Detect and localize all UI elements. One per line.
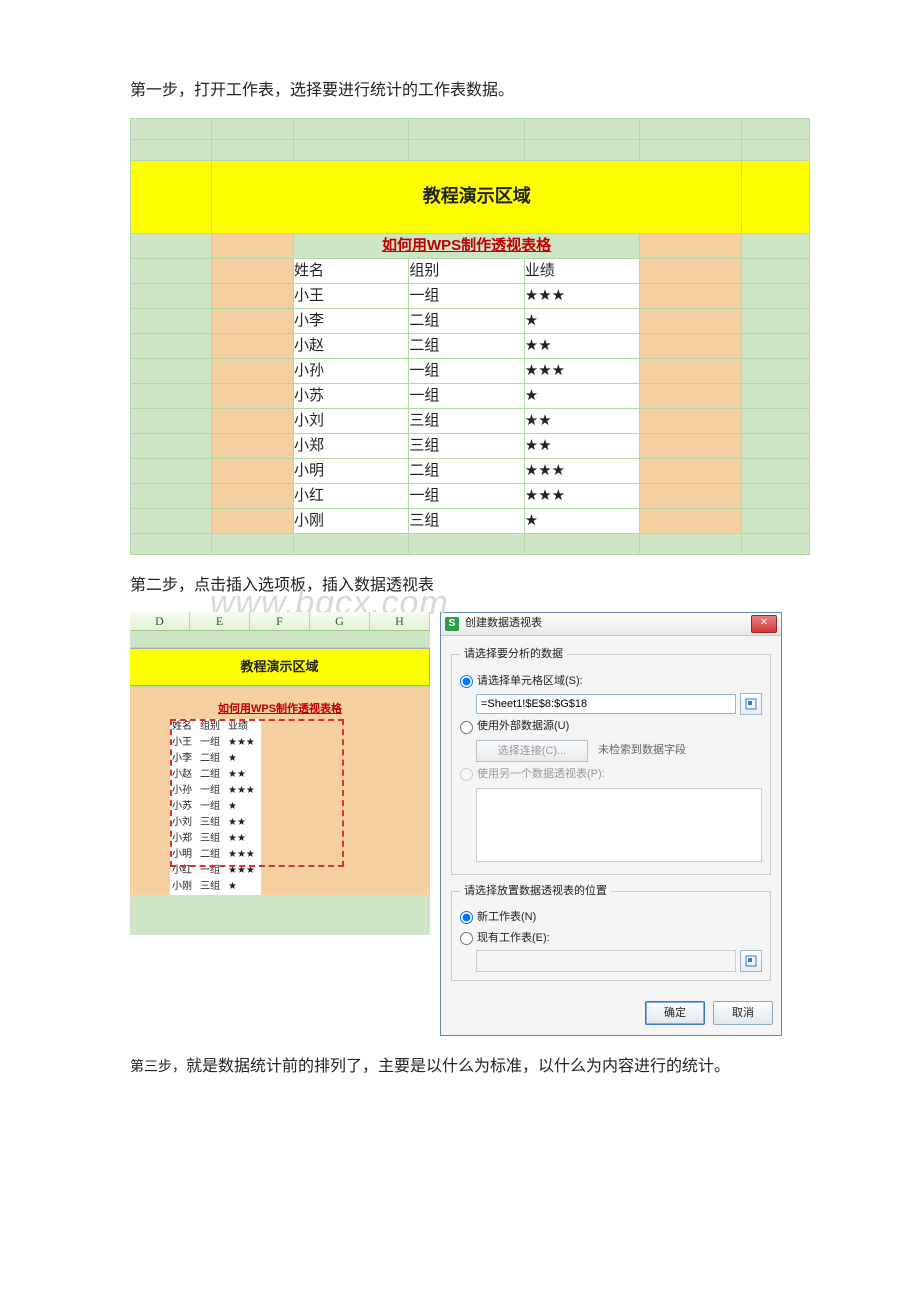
table-cell: ★: [524, 308, 639, 333]
table-cell: ★★★: [524, 458, 639, 483]
table-cell: ★★: [524, 433, 639, 458]
option-label: 新工作表(N): [477, 909, 536, 927]
cancel-button[interactable]: 取消: [713, 1001, 773, 1025]
table-cell: ★★★: [524, 283, 639, 308]
sheet-title: 教程演示区域: [212, 160, 742, 233]
col-header-perf: 业绩: [524, 258, 639, 283]
col-letter[interactable]: D: [130, 612, 190, 630]
radio-cell-range[interactable]: [460, 675, 473, 688]
radio-other-pivot[interactable]: [460, 768, 473, 781]
table-cell: ★★★: [524, 483, 639, 508]
figure-2: www.bgcx.com D E F G H 教程演示区域 如何用WPS制作透视…: [130, 612, 810, 1036]
data-source-group: 请选择要分析的数据 请选择单元格区域(S): 使用外部数据源(U) 选择连接(: [451, 646, 771, 874]
table-cell: 二组: [409, 458, 524, 483]
step3-text: 第三步，就是数据统计前的排列了，主要是以什么为标准，以什么为内容进行的统计。: [130, 1054, 790, 1080]
col-letter[interactable]: E: [190, 612, 250, 630]
mini-data-table: 姓名组别业绩 小王一组★★★ 小李二组★ 小赵二组★★ 小孙一组★★★ 小苏一组…: [170, 719, 261, 895]
sheet-subtitle: 如何用WPS制作透视表格: [293, 233, 639, 258]
table-cell: 小李: [293, 308, 408, 333]
option-existing-sheet[interactable]: 现有工作表(E):: [460, 930, 762, 948]
col-header-name: 姓名: [293, 258, 408, 283]
col-letter[interactable]: H: [370, 612, 430, 630]
option-label: 使用另一个数据透视表(P):: [477, 766, 605, 784]
option-label: 现有工作表(E):: [477, 930, 550, 948]
table-cell: ★★: [524, 333, 639, 358]
table-cell: ★: [524, 508, 639, 533]
no-field-note: 未检索到数据字段: [598, 742, 686, 760]
figure-1-spreadsheet: 教程演示区域 如何用WPS制作透视表格 姓名 组别 业绩 小王一组★★★ 小李二…: [130, 118, 810, 555]
radio-external[interactable]: [460, 721, 473, 734]
close-icon[interactable]: ✕: [751, 615, 777, 633]
radio-new-sheet[interactable]: [460, 911, 473, 924]
table-cell: 二组: [409, 333, 524, 358]
step2-text: 第二步，点击插入选项板，插入数据透视表: [130, 573, 790, 599]
option-other-pivot[interactable]: 使用另一个数据透视表(P):: [460, 766, 762, 784]
app-icon: S: [445, 617, 459, 631]
col-header-group: 组别: [409, 258, 524, 283]
table-cell: 小赵: [293, 333, 408, 358]
option-label: 请选择单元格区域(S):: [477, 673, 583, 691]
range-input[interactable]: [476, 694, 736, 714]
table-cell: 小明: [293, 458, 408, 483]
group-label: 请选择要分析的数据: [460, 646, 567, 664]
option-label: 使用外部数据源(U): [477, 718, 569, 736]
column-headers: D E F G H: [130, 612, 430, 631]
other-pivot-list: [476, 788, 762, 862]
table-cell: 三组: [409, 408, 524, 433]
table-cell: 小刘: [293, 408, 408, 433]
table-cell: 小孙: [293, 358, 408, 383]
table-cell: ★★★: [524, 358, 639, 383]
option-cell-range[interactable]: 请选择单元格区域(S):: [460, 673, 762, 691]
mini-subtitle: 如何用WPS制作透视表格: [130, 701, 430, 719]
table-cell: 小刚: [293, 508, 408, 533]
option-external[interactable]: 使用外部数据源(U): [460, 718, 762, 736]
dialog-title: 创建数据透视表: [465, 615, 751, 633]
choose-connection-button[interactable]: 选择连接(C)...: [476, 740, 588, 762]
col-letter[interactable]: G: [310, 612, 370, 630]
table-cell: ★: [524, 383, 639, 408]
step1-text: 第一步，打开工作表，选择要进行统计的工作表数据。: [130, 78, 790, 104]
create-pivot-dialog: S 创建数据透视表 ✕ 请选择要分析的数据 请选择单元格区域(S):: [440, 612, 782, 1036]
table-cell: 一组: [409, 383, 524, 408]
table-cell: 三组: [409, 433, 524, 458]
group-label: 请选择放置数据透视表的位置: [460, 883, 611, 901]
table-cell: 三组: [409, 508, 524, 533]
table-cell: 一组: [409, 283, 524, 308]
location-group: 请选择放置数据透视表的位置 新工作表(N) 现有工作表(E):: [451, 883, 771, 982]
table-cell: ★★: [524, 408, 639, 433]
range-picker-icon[interactable]: [740, 693, 762, 715]
col-letter[interactable]: F: [250, 612, 310, 630]
existing-range-input[interactable]: [476, 950, 736, 972]
table-cell: 小郑: [293, 433, 408, 458]
mini-spreadsheet: D E F G H 教程演示区域 如何用WPS制作透视表格 姓名组别业绩 小王一…: [130, 612, 430, 935]
table-cell: 二组: [409, 308, 524, 333]
option-new-sheet[interactable]: 新工作表(N): [460, 909, 762, 927]
table-cell: 一组: [409, 358, 524, 383]
radio-existing-sheet[interactable]: [460, 932, 473, 945]
mini-title: 教程演示区域: [130, 648, 430, 686]
range-picker-icon[interactable]: [740, 950, 762, 972]
table-cell: 小红: [293, 483, 408, 508]
table-cell: 一组: [409, 483, 524, 508]
table-cell: 小王: [293, 283, 408, 308]
table-cell: 小苏: [293, 383, 408, 408]
ok-button[interactable]: 确定: [645, 1001, 705, 1025]
dialog-titlebar[interactable]: S 创建数据透视表 ✕: [441, 613, 781, 636]
